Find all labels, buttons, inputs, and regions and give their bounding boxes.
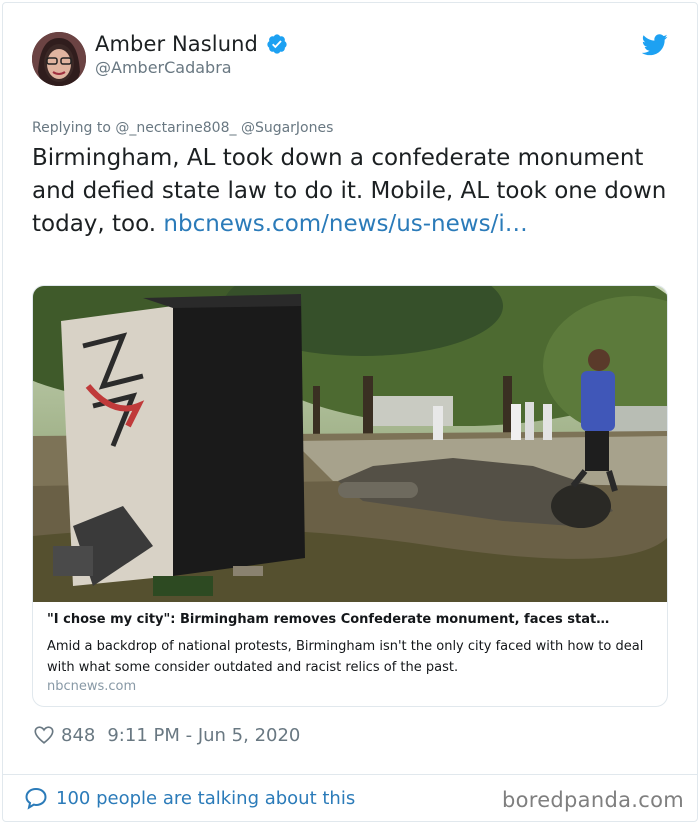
- author-name[interactable]: Amber Naslund: [95, 32, 258, 56]
- conversation-count-label[interactable]: 100 people are talking about this: [56, 788, 355, 809]
- avatar[interactable]: [32, 32, 86, 86]
- author-name-row[interactable]: Amber Naslund: [95, 32, 288, 56]
- verified-badge-icon: [267, 34, 287, 54]
- speech-bubble-icon: [25, 787, 47, 810]
- tweet-meta: 848 9:11 PM - Jun 5, 2020: [33, 724, 300, 746]
- tweet-timestamp[interactable]: 9:11 PM - Jun 5, 2020: [107, 725, 300, 746]
- heart-icon[interactable]: [33, 724, 55, 746]
- tweet-link[interactable]: nbcnews.com/news/us-news/i…: [163, 211, 527, 237]
- reply-prefix: Replying to: [32, 120, 111, 136]
- conversation-link[interactable]: 100 people are talking about this: [24, 786, 355, 810]
- article-title[interactable]: "I chose my city": Birmingham removes Co…: [47, 612, 657, 627]
- article-photo[interactable]: [33, 286, 668, 602]
- tweet-text: Birmingham, AL took down a confederate m…: [32, 142, 672, 241]
- reply-mentions[interactable]: @_nectarine808_ @SugarJones: [115, 120, 333, 136]
- reply-context: Replying to @_nectarine808_ @SugarJones: [32, 120, 333, 136]
- footer-divider: [2, 774, 698, 775]
- like-count[interactable]: 848: [61, 725, 95, 746]
- link-preview-card[interactable]: "I chose my city": Birmingham removes Co…: [32, 285, 668, 707]
- watermark: boredpanda.com: [501, 788, 684, 812]
- twitter-bird-icon[interactable]: [642, 34, 668, 56]
- article-domain: nbcnews.com: [47, 679, 137, 694]
- author-handle[interactable]: @AmberCadabra: [95, 58, 232, 77]
- article-description: Amid a backdrop of national protests, Bi…: [47, 639, 644, 675]
